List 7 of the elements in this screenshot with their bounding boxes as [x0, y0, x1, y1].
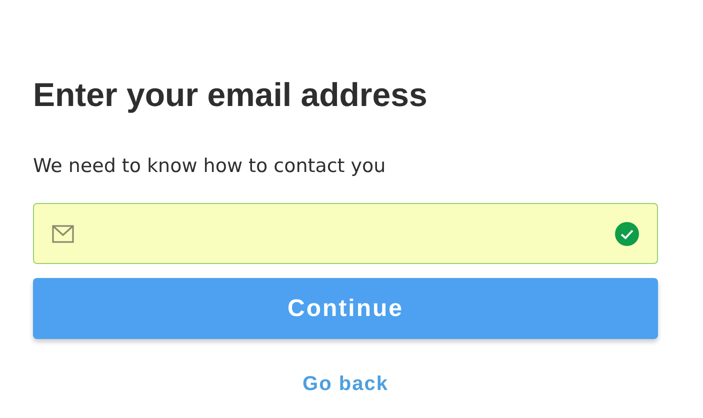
check-icon	[615, 222, 639, 246]
envelope-icon	[52, 224, 74, 242]
go-back-link[interactable]: Go back	[302, 373, 388, 396]
email-field[interactable]	[33, 203, 658, 264]
page-heading: Enter your email address	[33, 75, 428, 115]
continue-button[interactable]: Continue	[33, 278, 658, 339]
subheading: We need to know how to contact you	[33, 154, 387, 179]
